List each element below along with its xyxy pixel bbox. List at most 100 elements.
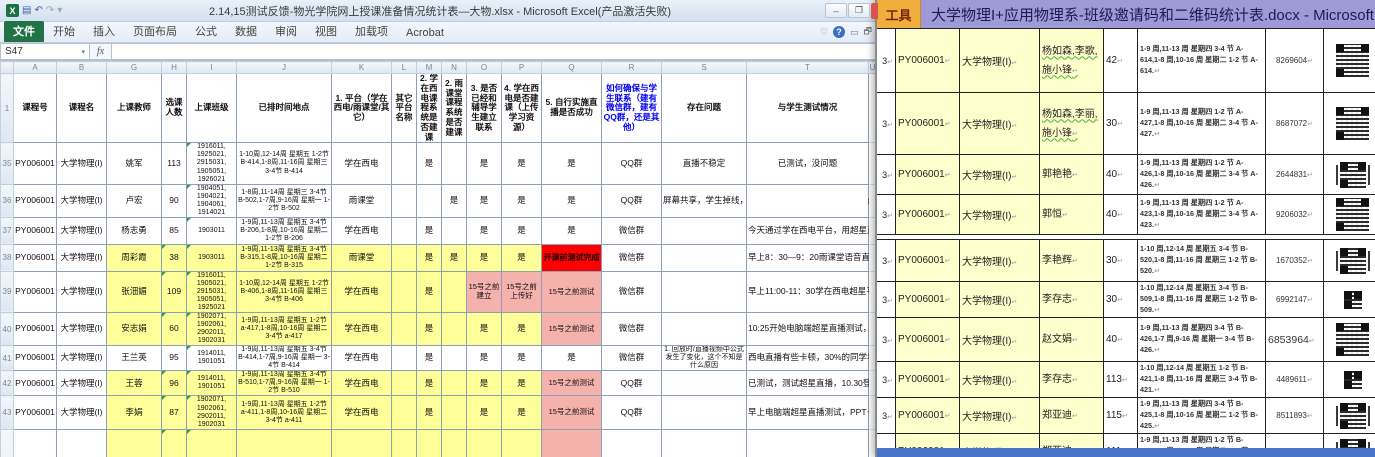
cell-i-row37[interactable]: 1903011 bbox=[187, 217, 237, 244]
cell-teacher[interactable]: 郭恒↵ bbox=[1040, 195, 1104, 235]
cell-m-row42[interactable]: 是 bbox=[417, 371, 442, 396]
cell-m-row36[interactable] bbox=[417, 184, 442, 217]
cell-course-code[interactable]: PY006001↵ bbox=[896, 362, 960, 398]
cell-j-row40[interactable]: 1-9周,11-13周 星期五 1-2节 a-417,1-8周,10-16周 星… bbox=[237, 313, 332, 346]
cell-course-code[interactable]: PY006001↵ bbox=[896, 29, 960, 93]
cell-j-row44[interactable]: 1-9周,11-13周 星期五 1-2节 B-314,1-8周,10-16周 星… bbox=[237, 429, 332, 457]
cell-o-row37[interactable]: 是 bbox=[467, 217, 502, 244]
cell-i-row44[interactable]: 1902911 bbox=[187, 429, 237, 457]
cell-schedule[interactable]: 1-9 周,11-13 周 星期四 1-2 节 A-423,1-8 周,10-1… bbox=[1138, 195, 1266, 235]
select-all-corner[interactable] bbox=[1, 62, 14, 74]
cell-h-row35[interactable]: 113 bbox=[162, 143, 187, 184]
cell-course-code[interactable]: PY006001↵ bbox=[896, 318, 960, 362]
column-header-N[interactable]: N bbox=[442, 62, 467, 74]
header-r[interactable]: 如何确保与学生联系（建有微信群，建有QQ群，还是其他） bbox=[602, 74, 662, 143]
row-header-36[interactable]: 36 bbox=[1, 184, 14, 217]
cell-g-row42[interactable]: 王蓉 bbox=[107, 371, 162, 396]
cell-seq[interactable]: 3↵ bbox=[877, 240, 896, 282]
cell-g-row39[interactable]: 张沺媚 bbox=[107, 271, 162, 312]
row-header-44[interactable]: 44 bbox=[1, 429, 14, 457]
cell-seq[interactable]: 3↵ bbox=[877, 434, 896, 449]
cell-count[interactable]: 40↵ bbox=[1104, 195, 1138, 235]
cell-r-row37[interactable]: 微信群 bbox=[602, 217, 662, 244]
cell-teacher[interactable]: 郭艳艳↵ bbox=[1040, 155, 1104, 195]
cell-schedule[interactable]: 1-9 周,11-13 周 星期四 3-4 节 B-426,1-7 周,9-16… bbox=[1138, 318, 1266, 362]
ribbon-tab-6[interactable]: 审阅 bbox=[266, 21, 306, 42]
cell-h-row41[interactable]: 95 bbox=[162, 346, 187, 371]
restore-button[interactable]: ❐ bbox=[848, 3, 870, 18]
cell-p-row40[interactable]: 是 bbox=[502, 313, 542, 346]
cell-o-row38[interactable]: 是 bbox=[467, 244, 502, 271]
column-header-J[interactable]: J bbox=[237, 62, 332, 74]
cell-k-row37[interactable]: 学在西电 bbox=[332, 217, 392, 244]
cell-m-row35[interactable]: 是 bbox=[417, 143, 442, 184]
word-document-area[interactable]: 3↵PY006001↵大学物理(I)↵杨如森,李歌, 施小锋↵42↵1-9 周,… bbox=[877, 28, 1375, 449]
cell-b-row35[interactable]: 大学物理(I) bbox=[57, 143, 107, 184]
cell-count[interactable]: 115↵ bbox=[1104, 398, 1138, 434]
cell-b-row43[interactable]: 大学物理(I) bbox=[57, 396, 107, 429]
cell-seq[interactable]: 3↵ bbox=[877, 318, 896, 362]
cell-seq[interactable]: 3↵ bbox=[877, 195, 896, 235]
cell-r-row38[interactable]: 微信群 bbox=[602, 244, 662, 271]
cell-p-row39[interactable]: 15号之前上传好 bbox=[502, 271, 542, 312]
expand-ribbon-icon[interactable]: 🗗 bbox=[864, 24, 872, 40]
cell-i-row39[interactable]: 1916011, 1905021, 2915031, 1905051, 1925… bbox=[187, 271, 237, 312]
cell-teacher[interactable]: 李艳辉↵ bbox=[1040, 240, 1104, 282]
cell-n-row41[interactable] bbox=[442, 346, 467, 371]
cell-g-row37[interactable]: 杨志勇 bbox=[107, 217, 162, 244]
column-header-M[interactable]: M bbox=[417, 62, 442, 74]
cell-invite-code[interactable]: 9206032↵ bbox=[1266, 195, 1324, 235]
ribbon-tab-8[interactable]: 加载项 bbox=[346, 21, 397, 42]
help-icon[interactable]: ? bbox=[833, 26, 845, 38]
cell-course-code[interactable]: PY006001↵ bbox=[896, 434, 960, 449]
cell-b-row44[interactable]: 大学物理(I) bbox=[57, 429, 107, 457]
cell-invite-code[interactable]: 8291661↵ bbox=[1266, 434, 1324, 449]
cell-seq[interactable]: 3↵ bbox=[877, 398, 896, 434]
header-p[interactable]: 4. 学在西电是否建课（上传学习资源） bbox=[502, 74, 542, 143]
cell-r-row43[interactable]: QQ群 bbox=[602, 396, 662, 429]
cell-j-row39[interactable]: 1-10周,12-14周 星期五 1-2节 B-406,1-8周,11-16周 … bbox=[237, 271, 332, 312]
cell-m-row39[interactable]: 是 bbox=[417, 271, 442, 312]
cell-s-row44[interactable] bbox=[662, 429, 747, 457]
cell-l-row35[interactable] bbox=[392, 143, 417, 184]
cell-r-row40[interactable]: 微信群 bbox=[602, 313, 662, 346]
cell-t-row41[interactable]: 西电直播有些卡顿，30%的同学看不到PPT播放成功 bbox=[747, 346, 869, 371]
cell-course-name[interactable]: 大学物理(I)↵ bbox=[960, 240, 1040, 282]
cell-count[interactable]: 111↵ bbox=[1104, 434, 1138, 449]
undo-icon[interactable]: ↶ bbox=[34, 6, 42, 16]
cell-n-row37[interactable] bbox=[442, 217, 467, 244]
cell-t-row43[interactable]: 早上电脑端超星直播测试，PPT＋语音，有部分学生反馈卡顿 bbox=[747, 396, 869, 429]
cell-l-row39[interactable] bbox=[392, 271, 417, 312]
cell-q-row37[interactable]: 是 bbox=[542, 217, 602, 244]
cell-i-row43[interactable]: 1902071, 1902061, 2902011, 1902031 bbox=[187, 396, 237, 429]
cell-count[interactable]: 42↵ bbox=[1104, 29, 1138, 93]
cell-j-row43[interactable]: 1-9周,11-13周 星期五 1-2节 a-411,1-8周,10-16周 星… bbox=[237, 396, 332, 429]
formula-input[interactable] bbox=[112, 43, 880, 60]
column-header-K[interactable]: K bbox=[332, 62, 392, 74]
cell-a-row42[interactable]: PY006001 bbox=[14, 371, 57, 396]
cell-t-row37[interactable]: 今天通过学在西电平台，用超星直播客户端试课，给听课的学生反馈，声音清晰 bbox=[747, 217, 869, 244]
cell-h-row40[interactable]: 60 bbox=[162, 313, 187, 346]
cell-s-row35[interactable]: 直播不稳定 bbox=[662, 143, 747, 184]
cell-q-row40[interactable]: 15号之前测试 bbox=[542, 313, 602, 346]
cell-p-row36[interactable]: 是 bbox=[502, 184, 542, 217]
cell-n-row35[interactable] bbox=[442, 143, 467, 184]
cell-n-row42[interactable] bbox=[442, 371, 467, 396]
cell-n-row36[interactable]: 是 bbox=[442, 184, 467, 217]
cell-h-row36[interactable]: 90 bbox=[162, 184, 187, 217]
cell-k-row40[interactable]: 学在西电 bbox=[332, 313, 392, 346]
cell-r-row42[interactable]: QQ群 bbox=[602, 371, 662, 396]
name-box-dropdown-icon[interactable]: ▾ bbox=[81, 48, 85, 56]
cell-seq[interactable]: 3↵ bbox=[877, 362, 896, 398]
cell-s-row43[interactable] bbox=[662, 396, 747, 429]
cell-invite-code[interactable]: 8687072↵ bbox=[1266, 93, 1324, 155]
cell-a-row37[interactable]: PY006001 bbox=[14, 217, 57, 244]
cell-seq[interactable]: 3↵ bbox=[877, 282, 896, 318]
cell-m-row41[interactable]: 是 bbox=[417, 346, 442, 371]
header-i[interactable]: 上课班级 bbox=[187, 74, 237, 143]
column-header-R[interactable]: R bbox=[602, 62, 662, 74]
header-s[interactable]: 存在问题 bbox=[662, 74, 747, 143]
cell-n-row43[interactable] bbox=[442, 396, 467, 429]
cell-course-name[interactable]: 大学物理(I)↵ bbox=[960, 93, 1040, 155]
row-header-35[interactable]: 35 bbox=[1, 143, 14, 184]
